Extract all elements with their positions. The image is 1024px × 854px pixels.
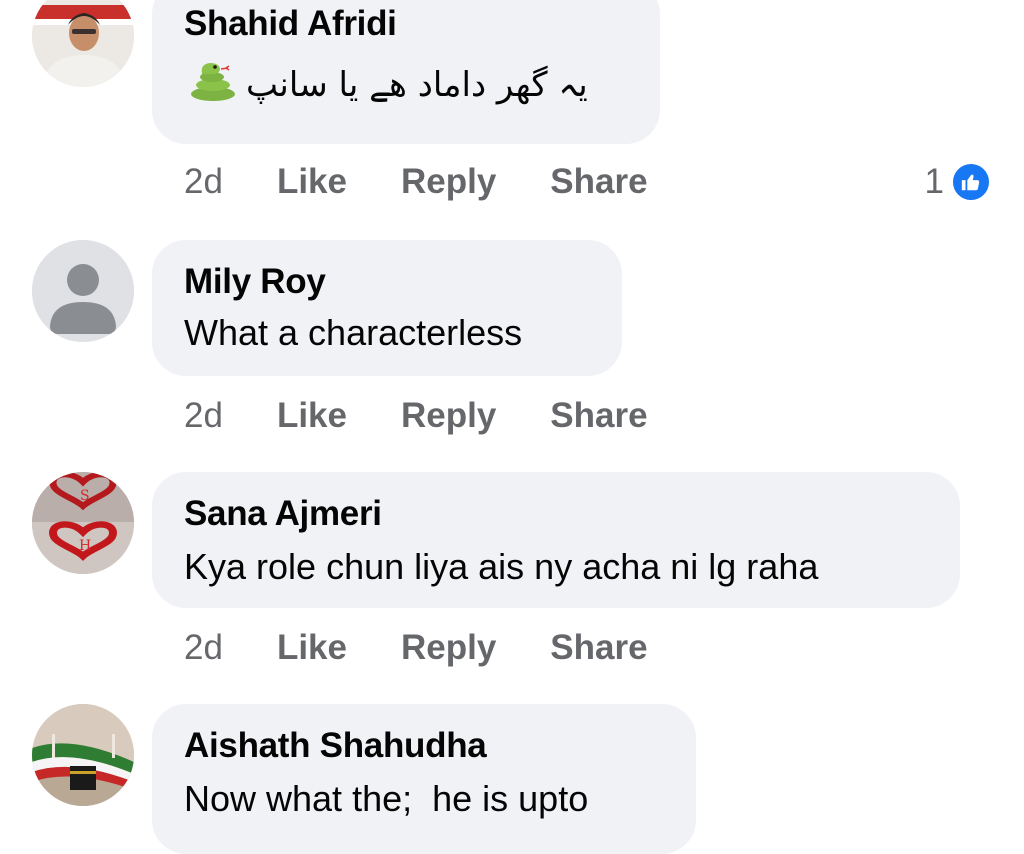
comment-timestamp[interactable]: 2d: [184, 396, 223, 436]
comment-actions: 2d Like Reply Share: [184, 394, 702, 438]
like-reaction-icon: [950, 161, 992, 203]
comment-text: یہ گھر داماد ھے یا سانپ: [184, 58, 630, 111]
reply-button[interactable]: Reply: [401, 628, 496, 668]
avatar[interactable]: [32, 0, 134, 87]
comment-text: Kya role chun liya ais ny acha ni lg rah…: [184, 546, 819, 587]
share-button[interactable]: Share: [550, 396, 647, 436]
comment-bubble: Shahid Afridi یہ گھر داماد ھے یا سانپ: [152, 0, 660, 144]
avatar-photo: S H: [32, 472, 134, 574]
reaction-count: 1: [924, 162, 944, 201]
like-button[interactable]: Like: [277, 396, 347, 436]
comment-timestamp[interactable]: 2d: [184, 162, 223, 202]
avatar[interactable]: [32, 240, 134, 342]
comment-timestamp[interactable]: 2d: [184, 628, 223, 668]
comment-author[interactable]: Sana Ajmeri: [184, 494, 382, 534]
svg-text:H: H: [79, 538, 91, 554]
share-button[interactable]: Share: [550, 628, 647, 668]
avatar[interactable]: [32, 704, 134, 806]
comment-bubble: Aishath Shahudha Now what the; he is upt…: [152, 704, 696, 854]
default-avatar-icon: [32, 240, 134, 342]
reply-button[interactable]: Reply: [401, 162, 496, 202]
comment-text: Now what the; he is upto: [184, 778, 589, 819]
comment-bubble: Sana Ajmeri Kya role chun liya ais ny ac…: [152, 472, 960, 608]
comment-author[interactable]: Mily Roy: [184, 262, 326, 302]
comment-bubble: Mily Roy What a characterless: [152, 240, 622, 376]
share-button[interactable]: Share: [550, 162, 647, 202]
reaction-summary[interactable]: 1: [925, 160, 992, 204]
comment-author[interactable]: Aishath Shahudha: [184, 726, 487, 766]
comment-actions: 2d Like Reply Share: [184, 160, 702, 204]
snake-icon: [188, 58, 238, 111]
svg-text:S: S: [80, 488, 90, 504]
like-button[interactable]: Like: [277, 628, 347, 668]
comment-author[interactable]: Shahid Afridi: [184, 4, 397, 44]
avatar-photo: [32, 704, 134, 806]
avatar[interactable]: S H: [32, 472, 134, 574]
comment-text: What a characterless: [184, 312, 523, 353]
avatar-photo: [32, 0, 134, 87]
like-button[interactable]: Like: [277, 162, 347, 202]
comment-text-content: یہ گھر داماد ھے یا سانپ: [246, 65, 588, 105]
comment-actions: 2d Like Reply Share: [184, 626, 702, 670]
reply-button[interactable]: Reply: [401, 396, 496, 436]
